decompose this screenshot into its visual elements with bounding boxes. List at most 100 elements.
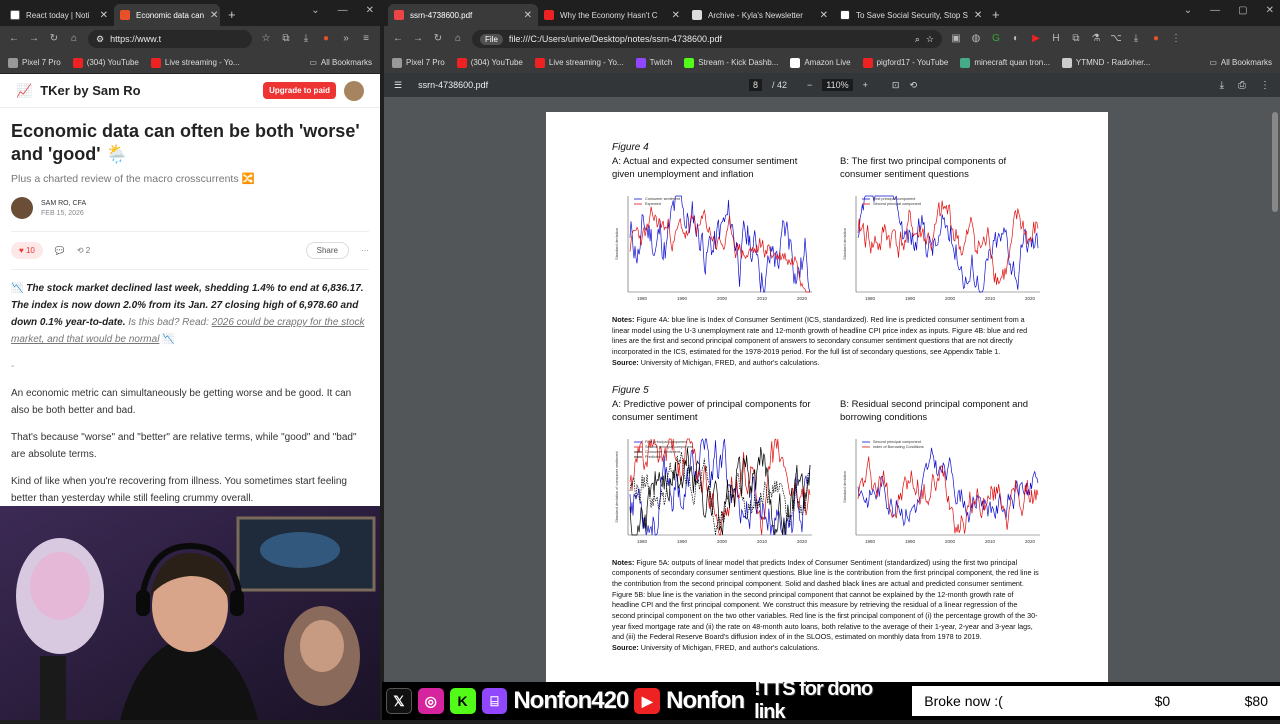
new-tab-button[interactable]: + bbox=[984, 4, 1008, 26]
tab-archive[interactable]: Archive - Kyla's Newsletter ✕ bbox=[686, 4, 834, 26]
y-axis-label: Standard deviation bbox=[843, 228, 847, 260]
zoom-icon[interactable]: ⌕ bbox=[915, 34, 920, 45]
site-info-icon[interactable]: ⚙ bbox=[96, 34, 104, 45]
bookmark-item[interactable]: (304) YouTube bbox=[456, 57, 523, 68]
extension-icon[interactable]: G bbox=[990, 33, 1002, 45]
reload-icon[interactable]: ↻ bbox=[432, 33, 444, 45]
bookmark-item[interactable]: Live streaming - Yo... bbox=[150, 57, 240, 68]
bookmark-item[interactable]: Stream - Kick Dashb... bbox=[684, 57, 778, 68]
close-window-icon[interactable]: ✕ bbox=[366, 5, 374, 16]
bookmark-item[interactable]: Pixel 7 Pro bbox=[392, 57, 445, 68]
author-name[interactable]: SAM RO, CFA bbox=[41, 200, 86, 207]
zoom-in-icon[interactable]: + bbox=[863, 80, 868, 90]
extension-icon[interactable]: ▣ bbox=[950, 33, 962, 45]
close-icon[interactable]: ✕ bbox=[210, 10, 218, 21]
download-icon[interactable]: ⤓ bbox=[1220, 80, 1224, 91]
tab-search-icon[interactable]: ⌄ bbox=[1184, 5, 1192, 16]
maximize-icon[interactable]: ▢ bbox=[1238, 5, 1247, 16]
pdf-scrollbar[interactable] bbox=[1272, 112, 1278, 212]
page-number-input[interactable]: 8 bbox=[749, 79, 763, 91]
youtube-icon bbox=[534, 57, 545, 68]
bookmark-item[interactable]: (304) YouTube bbox=[72, 57, 139, 68]
publication-name[interactable]: TKer by Sam Ro bbox=[40, 83, 255, 98]
address-bar[interactable]: ⚙ https://www.t bbox=[88, 30, 252, 48]
address-bar[interactable]: File file:///C:/Users/unive/Desktop/note… bbox=[472, 30, 942, 48]
file-chip[interactable]: File bbox=[480, 33, 503, 45]
close-icon[interactable]: ✕ bbox=[524, 10, 532, 21]
profile-icon[interactable]: ● bbox=[320, 33, 332, 45]
all-bookmarks[interactable]: ▭ All Bookmarks bbox=[1209, 58, 1272, 67]
bookmark-item[interactable]: Amazon Live bbox=[790, 57, 851, 68]
restack-button[interactable]: ⟲ 2 bbox=[77, 246, 90, 255]
tab-article[interactable]: Economic data can ✕ bbox=[114, 4, 220, 26]
bookmark-item[interactable]: YTMND - Radioher... bbox=[1061, 57, 1150, 68]
new-tab-button[interactable]: + bbox=[220, 4, 244, 26]
tab-notion[interactable]: React today | Noti ✕ bbox=[4, 4, 114, 26]
close-icon[interactable]: ✕ bbox=[974, 10, 982, 21]
bookmark-item[interactable]: Twitch bbox=[635, 57, 672, 68]
forward-icon[interactable]: → bbox=[28, 33, 40, 45]
webcam-image bbox=[0, 506, 380, 720]
forward-icon[interactable]: → bbox=[412, 33, 424, 45]
print-icon[interactable]: ⎙ bbox=[1238, 80, 1246, 91]
bookmark-star-icon[interactable]: ☆ bbox=[260, 33, 272, 45]
download-icon[interactable]: ⤓ bbox=[300, 33, 312, 45]
bookmark-item[interactable]: pigford17 - YouTube bbox=[862, 57, 948, 68]
tab-pdf[interactable]: ssrn-4738600.pdf ✕ bbox=[388, 4, 538, 26]
extension-icon[interactable]: H bbox=[1050, 33, 1062, 45]
extension-icon[interactable]: ⌥ bbox=[1110, 33, 1122, 45]
bookmark-star-icon[interactable]: ☆ bbox=[926, 34, 934, 45]
extension-icon[interactable]: ◐ bbox=[1010, 33, 1022, 45]
legend-label: Expected bbox=[645, 202, 661, 206]
heart-icon: ♥ bbox=[19, 246, 24, 255]
tab-social-security[interactable]: To Save Social Security, Stop S ✕ bbox=[834, 4, 984, 26]
profile-icon[interactable]: ● bbox=[1150, 33, 1162, 45]
more-options-icon[interactable]: ··· bbox=[361, 246, 369, 255]
article-title: Economic data can often be both 'worse' … bbox=[11, 121, 360, 164]
rotate-icon[interactable]: ⟲ bbox=[909, 80, 917, 91]
back-icon[interactable]: ← bbox=[8, 33, 20, 45]
figure-panel: A: Actual and expected consumer sentimen… bbox=[612, 155, 818, 311]
close-icon[interactable]: ✕ bbox=[100, 10, 108, 21]
share-button[interactable]: Share bbox=[305, 242, 349, 259]
right-tab-bar: ssrn-4738600.pdf ✕ Why the Economy Hasn'… bbox=[384, 0, 1280, 26]
menu-icon[interactable]: ≡ bbox=[360, 33, 372, 45]
user-avatar[interactable] bbox=[344, 80, 364, 101]
back-icon[interactable]: ← bbox=[392, 33, 404, 45]
home-icon[interactable]: ⌂ bbox=[452, 33, 464, 45]
legend-label: First principal component bbox=[645, 440, 688, 444]
upgrade-button[interactable]: Upgrade to paid bbox=[263, 82, 336, 99]
extension-icon[interactable]: ◍ bbox=[970, 33, 982, 45]
minimize-icon[interactable]: ⌄ bbox=[311, 5, 319, 16]
youtube-ext-icon[interactable]: ▶ bbox=[1030, 33, 1042, 45]
extension-icon[interactable]: ⧉ bbox=[1070, 33, 1082, 45]
more-options-icon[interactable]: ⋮ bbox=[1260, 80, 1270, 91]
close-icon[interactable]: ✕ bbox=[820, 10, 828, 21]
fit-page-icon[interactable]: ⊡ bbox=[892, 80, 900, 91]
sidebar-menu-icon[interactable]: ☰ bbox=[394, 80, 402, 91]
extension-icon[interactable]: ⚗ bbox=[1090, 33, 1102, 45]
minimize-icon[interactable]: — bbox=[1210, 5, 1220, 16]
overflow-icon[interactable]: » bbox=[340, 33, 352, 45]
menu-icon[interactable]: ⋮ bbox=[1170, 33, 1182, 45]
home-icon[interactable]: ⌂ bbox=[68, 33, 80, 45]
reload-icon[interactable]: ↻ bbox=[48, 33, 60, 45]
zoom-out-icon[interactable]: − bbox=[807, 80, 812, 90]
all-bookmarks[interactable]: ▭ All Bookmarks bbox=[309, 58, 372, 67]
zoom-input[interactable]: 110% bbox=[822, 79, 853, 91]
bookmark-item[interactable]: Live streaming - Yo... bbox=[534, 57, 624, 68]
maximize-icon[interactable]: — bbox=[338, 5, 348, 16]
like-button[interactable]: ♥ 10 bbox=[11, 242, 43, 259]
author-avatar[interactable] bbox=[11, 197, 33, 219]
figure-panel: B: Residual second principal component a… bbox=[840, 398, 1046, 554]
bookmark-item[interactable]: Pixel 7 Pro bbox=[8, 57, 61, 68]
download-icon[interactable]: ⤓ bbox=[1130, 33, 1142, 45]
tab-youtube[interactable]: Why the Economy Hasn't C ✕ bbox=[538, 4, 686, 26]
close-window-icon[interactable]: ✕ bbox=[1266, 5, 1274, 16]
comment-button[interactable]: 💬 bbox=[55, 246, 65, 255]
close-icon[interactable]: ✕ bbox=[672, 10, 680, 21]
tick-label: 1980 bbox=[637, 296, 648, 301]
bookmark-item[interactable]: minecraft quan tron... bbox=[960, 57, 1050, 68]
extension-icon[interactable]: ⧉ bbox=[280, 33, 292, 45]
window-controls: ⌄ — ✕ bbox=[311, 5, 374, 16]
